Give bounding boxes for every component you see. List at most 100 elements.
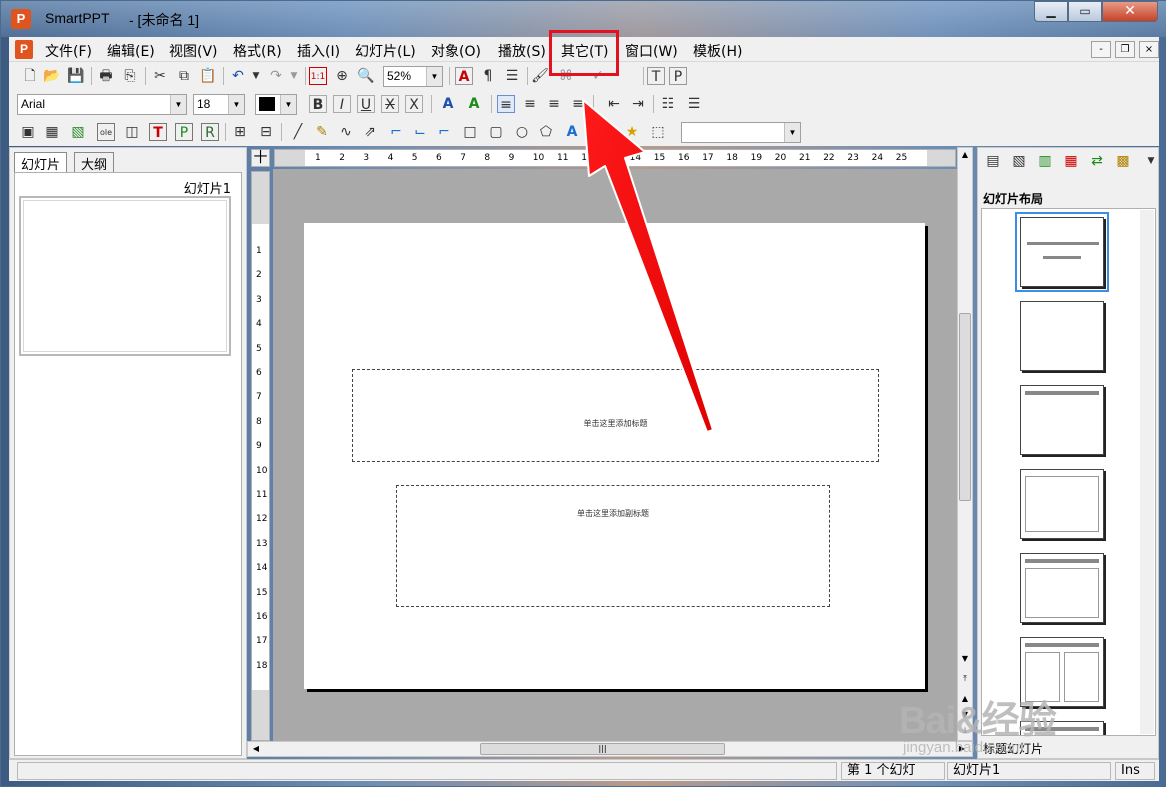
panel-menu-icon[interactable]: ▼: [1142, 152, 1160, 170]
line-icon[interactable]: ╱: [289, 123, 307, 141]
double-strike-icon[interactable]: X: [405, 95, 423, 113]
menu-play[interactable]: 播放(S): [498, 41, 546, 61]
bold-icon[interactable]: B: [309, 95, 327, 113]
scroll-up-icon[interactable]: ▲: [959, 148, 971, 162]
layout-title-content[interactable]: [1020, 553, 1104, 623]
align-right-icon[interactable]: ≡: [545, 95, 563, 113]
slide-thumbnail[interactable]: [19, 196, 231, 356]
justify-icon[interactable]: ≡: [569, 95, 587, 113]
spellcheck-icon[interactable]: ✓: [589, 67, 607, 85]
underline-icon[interactable]: U: [357, 95, 375, 113]
star-icon[interactable]: ★: [623, 123, 641, 141]
actual-size-icon[interactable]: 1:1: [309, 67, 327, 85]
menu-file[interactable]: 文件(F): [45, 41, 92, 61]
scroll-left-icon[interactable]: ◀: [250, 742, 262, 756]
text-t-icon[interactable]: T: [647, 67, 665, 85]
doc-close-button[interactable]: ×: [1139, 41, 1159, 58]
bullet-list-icon[interactable]: ☰: [685, 95, 703, 113]
layout-tab-icon[interactable]: ▤: [984, 152, 1002, 170]
zoom-icon[interactable]: 🔍: [357, 67, 375, 85]
outdent-icon[interactable]: ⇤: [605, 95, 623, 113]
animation-icon[interactable]: ▦: [1062, 152, 1080, 170]
bullets-icon[interactable]: ☰: [503, 67, 521, 85]
align-left-icon[interactable]: ≡: [497, 95, 515, 113]
design-tab-icon[interactable]: ▧: [1010, 152, 1028, 170]
italic-icon[interactable]: I: [333, 95, 351, 113]
tab-slides[interactable]: 幻灯片: [14, 152, 68, 173]
shapes-icon[interactable]: ⬠: [537, 123, 555, 141]
frame-r-icon[interactable]: R: [201, 123, 219, 141]
color-scheme-icon[interactable]: ▥: [1036, 152, 1054, 170]
paragraph-icon[interactable]: ¶: [479, 67, 497, 85]
menu-other[interactable]: 其它(T): [561, 41, 608, 61]
shrink-font-icon[interactable]: A: [465, 95, 483, 113]
numbered-list-icon[interactable]: ☷: [659, 95, 677, 113]
page-up-icon[interactable]: ⤒: [959, 672, 971, 686]
paste-icon[interactable]: 📋: [199, 67, 217, 85]
align-center-icon[interactable]: ≡: [521, 95, 539, 113]
zoom-select[interactable]: 52% ▼: [383, 66, 443, 87]
save-icon[interactable]: 💾: [67, 67, 85, 85]
table-icon[interactable]: ▦: [43, 123, 61, 141]
document-icon[interactable]: P: [15, 40, 33, 59]
zoom-options-icon[interactable]: ⊕: [333, 67, 351, 85]
editor-vertical-scrollbar[interactable]: ▲ ▼ ⤒ ▲ ▼ ⤓: [957, 147, 973, 741]
print-icon[interactable]: 🖶: [97, 67, 115, 85]
shape-style-select[interactable]: ▼: [681, 122, 801, 143]
cut-icon[interactable]: ✂: [151, 67, 169, 85]
title-placeholder[interactable]: 单击这里添加标题: [352, 369, 879, 462]
format-brush-icon[interactable]: 🖌: [531, 67, 549, 85]
undo-dropdown-icon[interactable]: ▼: [247, 67, 265, 85]
picture-icon[interactable]: ▧: [69, 123, 87, 141]
frame-icon[interactable]: ▣: [19, 123, 37, 141]
menu-object[interactable]: 对象(O): [431, 41, 481, 61]
layout-content-only[interactable]: [1020, 469, 1104, 539]
group-icon[interactable]: ⊞: [231, 123, 249, 141]
crop-icon[interactable]: ⬚: [649, 123, 667, 141]
redo-dropdown-icon[interactable]: ▼: [285, 67, 303, 85]
redo-icon[interactable]: ↷: [267, 67, 285, 85]
rectangle-icon[interactable]: □: [461, 123, 479, 141]
font-color-a-icon[interactable]: A: [455, 67, 473, 85]
strikethrough-icon[interactable]: X: [381, 95, 399, 113]
scroll-thumb[interactable]: [959, 313, 971, 501]
ole-icon[interactable]: ole: [97, 123, 115, 141]
pdf-icon[interactable]: ⎘: [121, 67, 139, 85]
transition-icon[interactable]: ⇄: [1088, 152, 1106, 170]
menu-edit[interactable]: 编辑(E): [107, 41, 155, 61]
font-color-select[interactable]: ▼: [255, 94, 297, 115]
undo-icon[interactable]: ↶: [229, 67, 247, 85]
curved-connector-icon[interactable]: ⌐: [435, 123, 453, 141]
doc-minimize-button[interactable]: -: [1091, 41, 1111, 58]
close-button[interactable]: ✕: [1102, 1, 1158, 22]
connector-icon[interactable]: ⌐: [387, 123, 405, 141]
ungroup-icon[interactable]: ⊟: [257, 123, 275, 141]
rounded-rect-icon[interactable]: ▢: [487, 123, 505, 141]
menu-slide[interactable]: 幻灯片(L): [355, 41, 416, 61]
text-frame-icon[interactable]: T: [149, 123, 167, 141]
menu-template[interactable]: 模板(H): [693, 41, 742, 61]
scroll-down-icon[interactable]: ▼: [959, 652, 971, 666]
new-icon[interactable]: 🗋: [21, 67, 39, 85]
copy-icon[interactable]: ⧉: [175, 67, 193, 85]
elbow-connector-icon[interactable]: ⌙: [411, 123, 429, 141]
ellipse-icon[interactable]: ○: [513, 123, 531, 141]
open-icon[interactable]: 📂: [43, 67, 61, 85]
format-painter-icon[interactable]: ⌘: [557, 67, 575, 85]
subtitle-placeholder[interactable]: 单击这里添加副标题: [396, 485, 830, 607]
scroll-thumb[interactable]: |||: [480, 743, 725, 755]
layout-blank[interactable]: [1020, 301, 1104, 371]
doc-restore-button[interactable]: ❐: [1115, 41, 1135, 58]
wordart-icon[interactable]: A: [563, 123, 581, 141]
editor-horizontal-scrollbar[interactable]: ◀ ||| ▶: [247, 741, 973, 757]
frame-p-icon[interactable]: P: [175, 123, 193, 141]
font-size-select[interactable]: 18 ▼: [193, 94, 245, 115]
layout-list-scrollbar[interactable]: [1140, 210, 1154, 734]
slide-canvas[interactable]: 单击这里添加标题 单击这里添加副标题: [304, 223, 925, 689]
indent-icon[interactable]: ⇥: [629, 95, 647, 113]
media-icon[interactable]: ▩: [1114, 152, 1132, 170]
curve-icon[interactable]: ∿: [337, 123, 355, 141]
tab-outline[interactable]: 大纲: [74, 152, 115, 173]
pencil-icon[interactable]: ✎: [313, 123, 331, 141]
arrow-line-icon[interactable]: ⇗: [361, 123, 379, 141]
